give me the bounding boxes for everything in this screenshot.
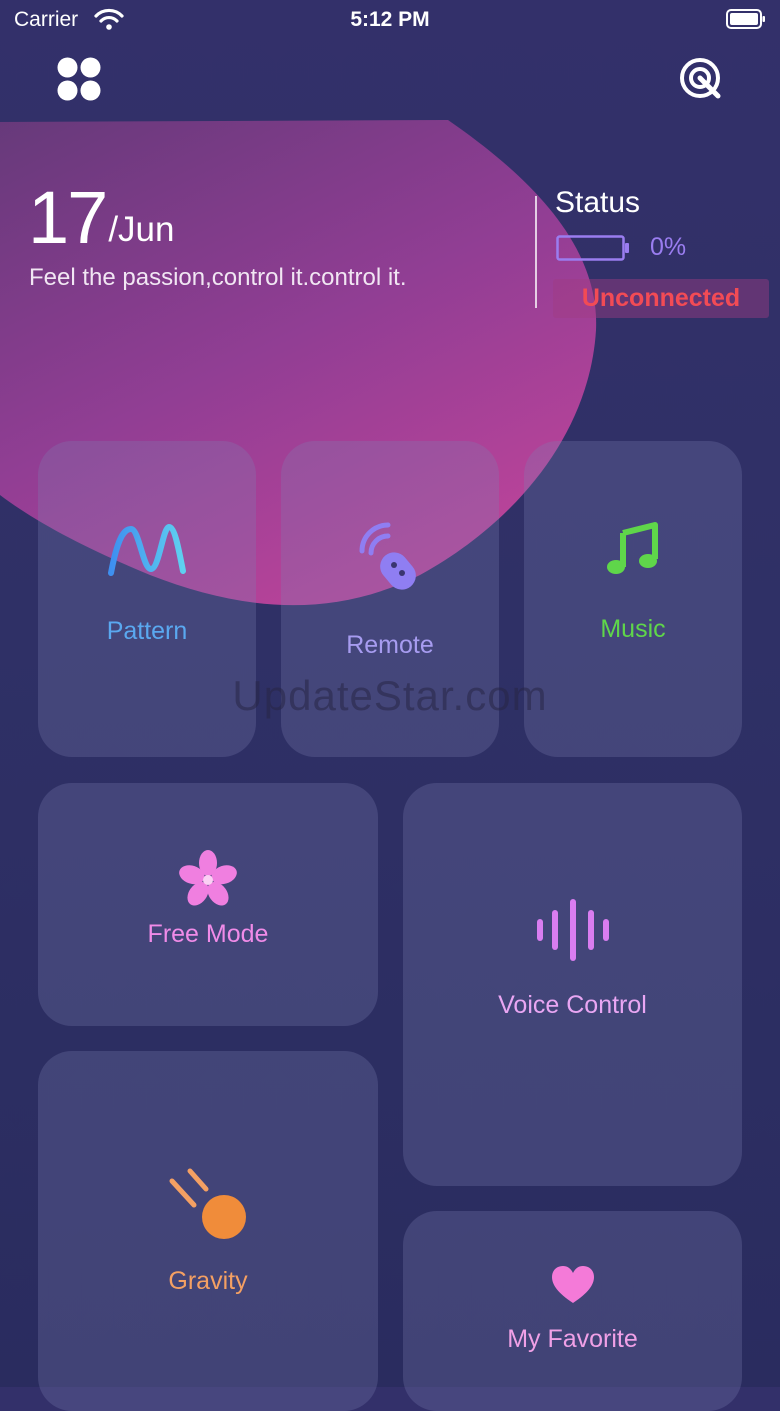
scan-device-button[interactable]: [678, 56, 724, 102]
battery-percent: 0%: [650, 233, 687, 261]
system-battery-icon: [726, 9, 765, 29]
grid-four-icon: [57, 57, 101, 101]
watermark: UpdateStar.com: [232, 672, 548, 719]
system-status-bar: Carrier 5:12 PM: [0, 0, 780, 40]
falling-ball-icon: [169, 1168, 246, 1239]
connection-status-badge[interactable]: Unconnected: [553, 279, 769, 318]
apps-menu-button[interactable]: [56, 56, 102, 102]
clock: 5:12 PM: [350, 8, 430, 31]
wave-icon: [108, 523, 186, 576]
date-month: /Jun: [108, 210, 175, 249]
music-note-icon: [607, 522, 658, 574]
tile-gravity-label: Gravity: [168, 1267, 248, 1295]
tagline: Feel the passion,control it.control it.: [29, 264, 407, 291]
device-battery-icon: [556, 235, 629, 261]
status-divider: [535, 196, 537, 308]
tile-voice-control-label: Voice Control: [498, 991, 647, 1019]
tile-remote-label: Remote: [346, 631, 434, 659]
tile-my-favorite-label: My Favorite: [507, 1325, 638, 1353]
heart-icon: [551, 1266, 594, 1303]
tile-my-favorite[interactable]: My Favorite: [403, 1211, 742, 1411]
tile-gravity[interactable]: Gravity: [38, 1051, 378, 1411]
sound-wave-icon: [536, 899, 609, 961]
date-display: 17 /Jun: [28, 178, 174, 258]
tile-free-mode[interactable]: Free Mode: [38, 783, 378, 1026]
tile-music-label: Music: [600, 615, 666, 643]
tile-voice-control[interactable]: Voice Control: [403, 783, 742, 1186]
tile-free-mode-label: Free Mode: [147, 920, 269, 948]
remote-icon: [359, 522, 416, 590]
date-day: 17: [28, 176, 108, 259]
status-title: Status: [555, 186, 641, 219]
scan-radar-icon: [680, 58, 721, 99]
flower-icon: [179, 850, 237, 906]
tile-pattern-label: Pattern: [106, 617, 188, 645]
